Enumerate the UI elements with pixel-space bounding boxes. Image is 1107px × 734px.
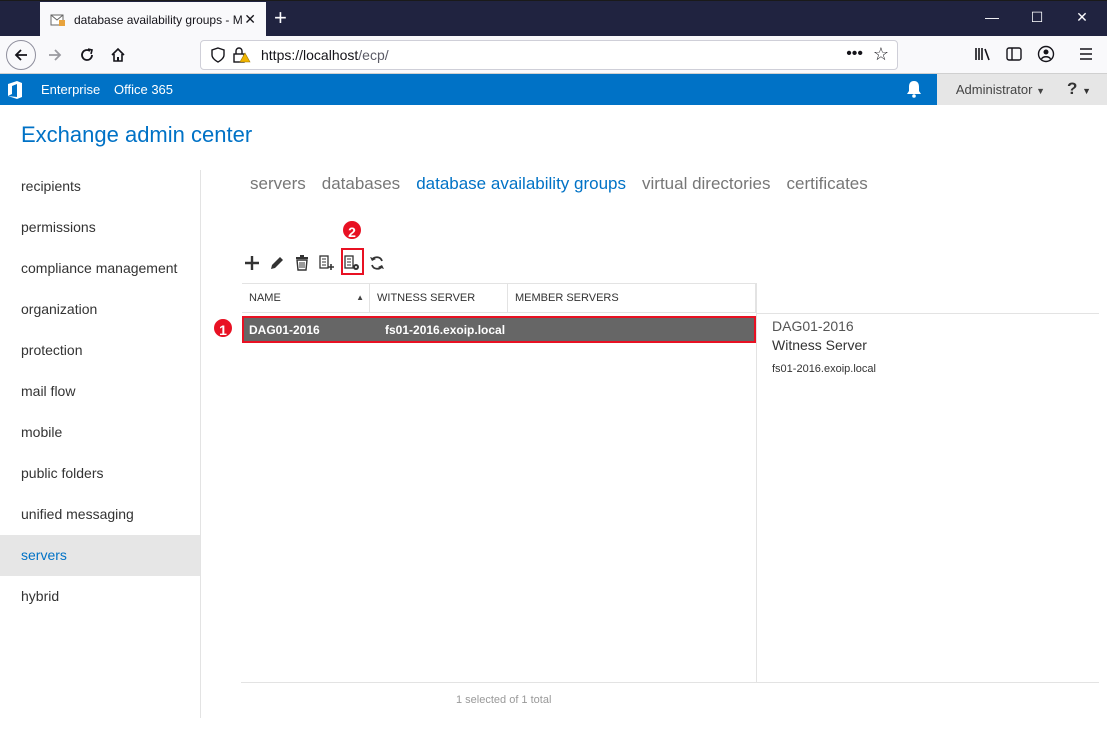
nav-office365[interactable]: Office 365 xyxy=(114,82,173,97)
details-header-line xyxy=(757,313,1099,314)
column-name-label: NAME xyxy=(249,292,281,304)
column-witness-server[interactable]: WITNESS SERVER xyxy=(370,284,508,312)
tab-title: database availability groups - M xyxy=(74,12,243,27)
tab-close-icon[interactable]: ✕ xyxy=(244,11,256,28)
left-nav-permissions[interactable]: permissions xyxy=(0,207,200,248)
tab-databases[interactable]: databases xyxy=(322,174,400,194)
left-nav-hybrid[interactable]: hybrid xyxy=(0,576,200,617)
details-title: DAG01-2016 xyxy=(772,318,854,334)
refresh-icon[interactable] xyxy=(367,253,387,273)
back-button[interactable] xyxy=(6,40,36,70)
dag-table: NAME ▲ WITNESS SERVER MEMBER SERVERS xyxy=(242,283,756,313)
page-actions-icon[interactable]: ••• xyxy=(846,45,863,63)
tab-virtual-directories[interactable]: virtual directories xyxy=(642,174,771,194)
browser-tab[interactable]: database availability groups - M ✕ xyxy=(40,2,266,37)
close-window-button[interactable]: ✕ xyxy=(1072,9,1092,26)
shield-icon[interactable] xyxy=(211,47,225,68)
nav-divider xyxy=(200,170,201,718)
user-menu[interactable]: Administrator ▼ xyxy=(956,82,1045,97)
exchange-top-bar: Enterprise Office 365 Administrator ▼ ? … xyxy=(0,74,1107,105)
footer-line xyxy=(241,682,1099,683)
left-nav-public-folders[interactable]: public folders xyxy=(0,453,200,494)
page-title: Exchange admin center xyxy=(21,122,253,147)
exchange-favicon-icon xyxy=(50,12,66,28)
sidebar-icon[interactable] xyxy=(1006,46,1022,67)
left-nav-servers[interactable]: servers xyxy=(0,535,200,576)
edit-icon[interactable] xyxy=(267,253,287,273)
left-nav-mobile[interactable]: mobile xyxy=(0,412,200,453)
column-name[interactable]: NAME ▲ xyxy=(242,284,370,312)
url-host: https://localhost xyxy=(261,47,359,63)
toolbar xyxy=(242,251,392,275)
account-icon[interactable] xyxy=(1037,45,1055,68)
url-path: /ecp/ xyxy=(358,47,389,63)
tab-database-availability-groups[interactable]: database availability groups xyxy=(416,174,626,194)
tab-certificates[interactable]: certificates xyxy=(787,174,868,194)
sub-tabs: servers databases database availability … xyxy=(250,174,884,194)
add-server-icon[interactable] xyxy=(317,253,337,273)
details-witness-value: fs01-2016.exoip.local xyxy=(772,363,876,375)
status-text: 1 selected of 1 total xyxy=(456,694,552,706)
left-nav-recipients[interactable]: recipients xyxy=(0,166,200,207)
add-icon[interactable] xyxy=(242,253,262,273)
user-dropdown-chevron-icon: ▼ xyxy=(1036,86,1045,96)
office-logo-icon xyxy=(6,80,24,100)
help-icon: ? xyxy=(1066,79,1078,98)
highlight-box xyxy=(341,248,364,275)
delete-icon[interactable] xyxy=(292,253,312,273)
row-witness: fs01-2016.exoip.local xyxy=(385,322,506,337)
browser-navbar: https://localhost/ecp/ ••• ☆ xyxy=(0,36,1107,74)
url-text: https://localhost/ecp/ xyxy=(261,47,389,63)
maximize-button[interactable]: ☐ xyxy=(1027,9,1047,26)
tab-servers[interactable]: servers xyxy=(250,174,306,194)
callout-2: 2 xyxy=(341,219,363,241)
home-icon xyxy=(111,47,125,62)
table-row[interactable]: DAG01-2016 fs01-2016.exoip.local xyxy=(242,316,756,343)
left-nav-organization[interactable]: organization xyxy=(0,289,200,330)
table-header: NAME ▲ WITNESS SERVER MEMBER SERVERS xyxy=(242,283,756,313)
address-bar[interactable]: https://localhost/ecp/ ••• ☆ xyxy=(200,40,898,70)
left-nav-mail-flow[interactable]: mail flow xyxy=(0,371,200,412)
home-button[interactable] xyxy=(103,40,133,70)
left-nav-compliance-management[interactable]: compliance management xyxy=(0,248,200,289)
browser-tab-strip: database availability groups - M ✕ + — ☐… xyxy=(0,0,1107,37)
left-nav: recipients permissions compliance manage… xyxy=(0,166,200,617)
minimize-button[interactable]: — xyxy=(982,9,1002,25)
callout-1: 1 xyxy=(212,317,234,339)
user-area: Administrator ▼ ? ▼ xyxy=(937,74,1107,105)
reload-button[interactable] xyxy=(72,40,102,70)
library-icon[interactable] xyxy=(974,46,992,67)
help-menu[interactable]: ? ▼ xyxy=(1067,79,1091,99)
back-arrow-icon xyxy=(14,49,27,61)
column-member-servers[interactable]: MEMBER SERVERS xyxy=(508,284,756,312)
help-dropdown-chevron-icon: ▼ xyxy=(1082,86,1091,96)
sort-asc-icon: ▲ xyxy=(356,293,364,302)
row-name: DAG01-2016 xyxy=(249,322,320,337)
nav-enterprise[interactable]: Enterprise xyxy=(41,82,100,97)
forward-button[interactable] xyxy=(40,40,70,70)
left-nav-unified-messaging[interactable]: unified messaging xyxy=(0,494,200,535)
left-nav-protection[interactable]: protection xyxy=(0,330,200,371)
insecure-lock-icon[interactable] xyxy=(233,47,251,68)
details-divider xyxy=(756,283,757,683)
new-tab-button[interactable]: + xyxy=(274,7,287,29)
reload-icon xyxy=(81,48,93,61)
notification-bell-icon[interactable] xyxy=(906,80,922,98)
details-witness-label: Witness Server xyxy=(772,337,867,353)
bookmark-star-icon[interactable]: ☆ xyxy=(873,44,889,65)
forward-arrow-icon xyxy=(49,49,62,61)
user-name: Administrator xyxy=(955,82,1033,97)
menu-icon[interactable] xyxy=(1078,46,1094,67)
